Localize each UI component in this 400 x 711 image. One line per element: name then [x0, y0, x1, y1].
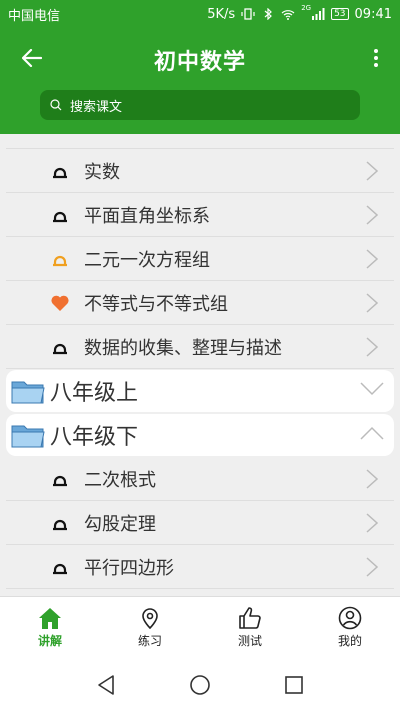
- carrier-name: 中国电信: [8, 8, 61, 24]
- nav-label: 我的: [337, 634, 362, 648]
- chevron-right-icon: [366, 469, 378, 489]
- signal-icon: [312, 8, 325, 20]
- scale-icon: [53, 167, 67, 179]
- search-icon: [50, 99, 62, 111]
- list-item-label: 勾股定理: [84, 513, 156, 535]
- folder-icon: [11, 381, 45, 404]
- app-bar: 初中数学 搜索课文: [0, 28, 400, 134]
- nav-label: 练习: [137, 634, 162, 648]
- nav-item-me[interactable]: 我的: [300, 597, 400, 658]
- chevron-up-icon: [360, 426, 384, 440]
- scale-icon: [53, 519, 67, 531]
- list-item[interactable]: 平面直角坐标系: [6, 193, 394, 237]
- list-item[interactable]: 二元一次方程组: [6, 237, 394, 281]
- grade-header-8a[interactable]: 八年级上: [6, 370, 394, 412]
- grade-label: 八年级下: [50, 425, 139, 450]
- search-placeholder: 搜索课文: [70, 99, 123, 115]
- chevron-right-icon: [366, 557, 378, 577]
- bluetooth-icon: [264, 8, 273, 20]
- circle-home-icon: [190, 674, 210, 695]
- chevron-right-icon: [366, 205, 378, 225]
- wifi-icon: [281, 10, 295, 20]
- square-recents-icon: [285, 675, 303, 694]
- user-icon: [338, 606, 362, 630]
- home-icon: [39, 608, 61, 629]
- system-nav-bar: [0, 658, 400, 711]
- scale-icon: [53, 475, 67, 487]
- list-item[interactable]: 不等式与不等式组: [6, 281, 394, 325]
- list-item-label: 平行四边形: [84, 557, 174, 579]
- list-item[interactable]: 二次根式: [6, 457, 394, 501]
- more-options-button[interactable]: [364, 44, 388, 72]
- nav-item-practice[interactable]: 练习: [100, 597, 200, 658]
- list-item-label: 二元一次方程组: [84, 249, 210, 271]
- location-pin-icon: [142, 608, 158, 630]
- system-recents-button[interactable]: [283, 674, 305, 696]
- page-title: 初中数学: [153, 50, 246, 75]
- chevron-down-icon: [360, 382, 384, 396]
- heart-icon: [51, 295, 69, 311]
- battery-level: 53: [331, 8, 349, 20]
- scale-icon: [53, 211, 67, 223]
- list-item[interactable]: 数据的收集、整理与描述: [6, 325, 394, 369]
- list-item[interactable]: 实数: [6, 149, 394, 193]
- lesson-list[interactable]: 实数 平面直角坐标系 二元一次方程组 不等式与不等式组 数据的收集、整理与描述 …: [0, 134, 400, 596]
- network-speed: 5K/s: [207, 6, 236, 22]
- chevron-right-icon: [366, 293, 378, 313]
- list-item-label: 数据的收集、整理与描述: [84, 337, 282, 359]
- chevron-right-icon: [366, 161, 378, 181]
- nav-item-test[interactable]: 测试: [200, 597, 300, 658]
- grade-label: 八年级上: [50, 381, 139, 406]
- list-item-label: 实数: [84, 161, 120, 183]
- scale-icon: [53, 255, 67, 267]
- thumbs-up-icon: [239, 607, 261, 629]
- more-vertical-icon: [374, 49, 378, 53]
- status-icons: 5K/s 2G 53 09:41: [207, 4, 392, 22]
- vibrate-icon: [241, 8, 255, 20]
- list-item[interactable]: 勾股定理: [6, 501, 394, 545]
- list-item-label: 不等式与不等式组: [84, 293, 228, 315]
- scale-icon: [53, 343, 67, 355]
- nav-label: 测试: [237, 634, 262, 648]
- list-item-label: 二次根式: [84, 469, 156, 491]
- chevron-right-icon: [366, 513, 378, 533]
- scale-icon: [53, 563, 67, 575]
- clock: 09:41: [354, 6, 392, 22]
- triangle-back-icon: [98, 674, 114, 695]
- network-type: 2G: [301, 4, 312, 12]
- system-home-button[interactable]: [189, 674, 211, 696]
- folder-icon: [11, 425, 45, 448]
- list-item-label: 平面直角坐标系: [84, 205, 210, 227]
- search-input[interactable]: 搜索课文: [40, 90, 360, 120]
- system-back-button[interactable]: [95, 674, 117, 696]
- chevron-right-icon: [366, 249, 378, 269]
- nav-item-explain[interactable]: 讲解: [0, 597, 100, 658]
- list-item[interactable]: 平行四边形: [6, 545, 394, 589]
- chevron-right-icon: [366, 337, 378, 357]
- bottom-navigation: 讲解 练习 测试 我的: [0, 596, 400, 658]
- status-bar: 中国电信 5K/s 2G 53 09:41: [0, 0, 400, 28]
- grade-header-8b[interactable]: 八年级下: [6, 414, 394, 456]
- nav-label: 讲解: [37, 634, 62, 648]
